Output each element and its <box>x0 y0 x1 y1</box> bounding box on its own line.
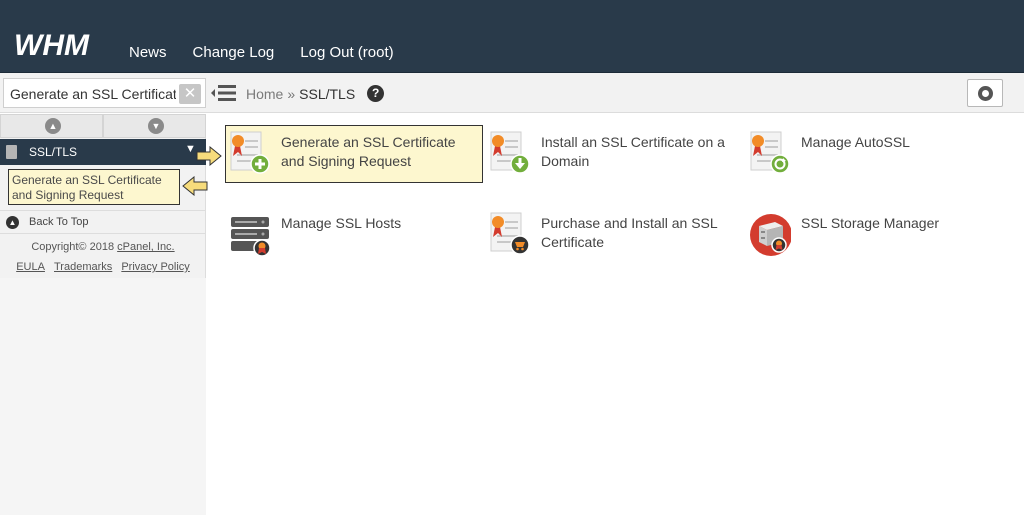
scroll-down-button[interactable]: ▼ <box>103 114 206 138</box>
search-box: ✕ <box>3 78 206 108</box>
caret-down-icon: ▼ <box>185 143 196 155</box>
top-nav: News Change Log Log Out (root) <box>129 44 394 61</box>
chevron-up-icon: ▲ <box>45 118 61 134</box>
tile-label: Purchase and Install an SSL Certificate <box>541 215 718 250</box>
search-input[interactable] <box>10 84 176 104</box>
document-icon <box>6 145 17 159</box>
close-ring-icon <box>978 86 993 101</box>
copyright-text: Copyright© 2018 cPanel, Inc. <box>0 241 206 253</box>
certificate-install-icon <box>490 131 530 174</box>
whm-logo[interactable]: WHM <box>14 30 112 60</box>
certificate-purchase-icon <box>490 212 530 255</box>
nav-news-link[interactable]: News <box>129 44 167 61</box>
back-to-top-link[interactable]: ▲ Back To Top <box>0 210 206 234</box>
tile-manage-autossl[interactable]: Manage AutoSSL <box>745 125 1003 183</box>
scroll-up-button[interactable]: ▲ <box>0 114 103 138</box>
pointer-arrow-left-icon <box>182 176 208 196</box>
sidebar-category-ssl-tls[interactable]: SSL/TLS ▼ <box>0 139 206 165</box>
search-breadcrumb-bar: ✕ Home » SSL/TLS ? <box>0 73 1024 113</box>
nav-change-log-link[interactable]: Change Log <box>193 44 275 61</box>
privacy-policy-link[interactable]: Privacy Policy <box>121 261 189 273</box>
tile-ssl-storage-manager[interactable]: SSL Storage Manager <box>745 206 1003 264</box>
clear-search-button[interactable]: ✕ <box>179 84 201 104</box>
tile-label: Manage SSL Hosts <box>281 215 402 231</box>
collapse-menu-icon[interactable] <box>211 83 237 103</box>
tile-label: Install an SSL Certificate on a Domain <box>541 134 725 169</box>
close-page-button[interactable] <box>967 79 1003 107</box>
server-ssl-icon <box>231 217 271 257</box>
storage-manager-icon <box>750 214 791 256</box>
tile-label: Generate an SSL Certificate and Signing … <box>281 134 456 169</box>
sidebar-category-label: SSL/TLS <box>29 145 78 159</box>
breadcrumb-separator: » <box>287 85 296 102</box>
tile-purchase-install-ssl[interactable]: Purchase and Install an SSL Certificate <box>485 206 743 264</box>
breadcrumb: Home » SSL/TLS ? <box>246 85 385 102</box>
back-to-top-label: Back To Top <box>29 216 89 228</box>
footer-links: EULA Trademarks Privacy Policy <box>0 261 206 273</box>
tile-generate-ssl-csr[interactable]: Generate an SSL Certificate and Signing … <box>225 125 483 183</box>
nav-logout-link[interactable]: Log Out (root) <box>300 44 393 61</box>
tile-manage-ssl-hosts[interactable]: Manage SSL Hosts <box>225 206 483 264</box>
tile-label: SSL Storage Manager <box>801 215 940 231</box>
trademarks-link[interactable]: Trademarks <box>54 261 112 273</box>
copyright-prefix: Copyright© 2018 <box>31 241 115 253</box>
eula-link[interactable]: EULA <box>16 261 45 273</box>
pointer-arrow-icon <box>196 146 222 166</box>
help-icon[interactable]: ? <box>367 85 385 102</box>
sidebar: ▲ ▼ SSL/TLS ▼ Generate an SSL Certificat… <box>0 114 222 515</box>
logo-text: WHM <box>14 30 90 60</box>
cpanel-link[interactable]: cPanel, Inc. <box>117 241 174 253</box>
sidebar-empty-area <box>0 278 206 515</box>
certificate-autossl-icon <box>750 131 790 174</box>
sidebar-item-generate-ssl-csr[interactable]: Generate an SSL Certificate and Signing … <box>8 169 180 205</box>
certificate-add-icon <box>230 131 270 174</box>
top-header: WHM News Change Log Log Out (root) <box>0 0 1024 73</box>
chevron-down-icon: ▼ <box>148 118 164 134</box>
tile-label: Manage AutoSSL <box>801 134 910 150</box>
tile-install-ssl-certificate[interactable]: Install an SSL Certificate on a Domain <box>485 125 743 183</box>
sidebar-scroll-controls: ▲ ▼ <box>0 114 206 138</box>
breadcrumb-home-link[interactable]: Home <box>246 86 283 102</box>
arrow-up-icon: ▲ <box>6 216 19 229</box>
breadcrumb-current: SSL/TLS <box>299 85 356 102</box>
